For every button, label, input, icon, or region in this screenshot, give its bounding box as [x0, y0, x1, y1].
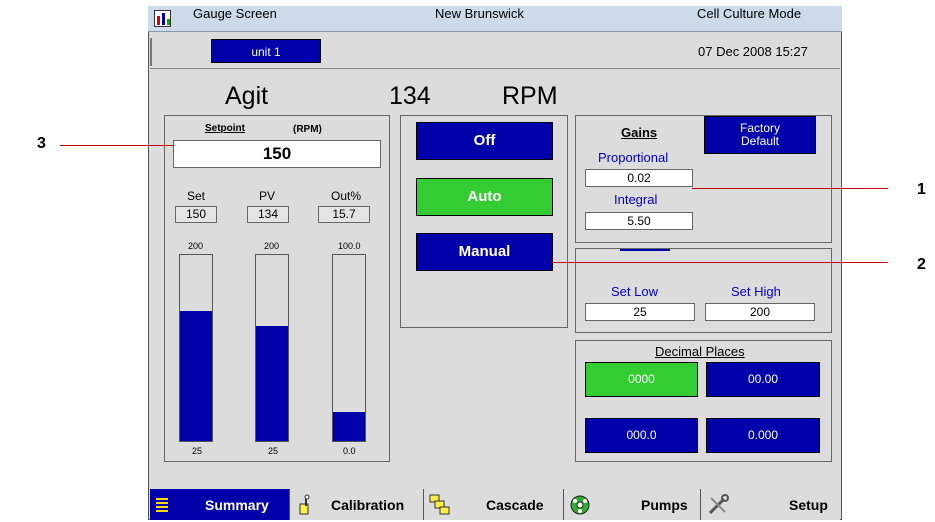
set-high-label: Set High [731, 284, 781, 299]
current-value: 134 [389, 82, 431, 110]
limits-header-indicator [620, 249, 670, 251]
output-bar [332, 254, 366, 442]
integral-input[interactable]: 5.50 [585, 212, 693, 230]
tab-label: Calibration [331, 497, 405, 513]
tab-setup[interactable]: Setup [700, 489, 840, 520]
tab-label: Cascade [486, 497, 544, 513]
mode-label: Cell Culture Mode [697, 6, 802, 21]
set-header: Set [187, 189, 206, 203]
pv-bar [255, 254, 289, 442]
decimal-option-00-00[interactable]: 00.00 [706, 362, 820, 397]
callout-line-2 [552, 262, 888, 263]
decimal-option-0-000[interactable]: 0.000 [706, 418, 820, 453]
tab-label: Pumps [641, 497, 688, 513]
cascade-icon [429, 494, 450, 515]
parameter-name: Agit [225, 82, 269, 110]
setpoint-bar [179, 254, 213, 442]
tab-label: Summary [205, 497, 269, 513]
tab-summary[interactable]: Summary [150, 489, 289, 520]
unit-select-button[interactable]: unit 1 [211, 39, 321, 63]
pv-value: 134 [247, 206, 289, 223]
bar-min-label: 0.0 [343, 446, 356, 456]
setpoint-unit: (RPM) [293, 124, 322, 135]
callout-line-3 [60, 145, 174, 146]
proportional-input[interactable]: 0.02 [585, 169, 693, 187]
callout-number-1: 1 [917, 181, 926, 198]
tab-calibration[interactable]: Calibration [289, 489, 423, 520]
bar-chart-app-icon [154, 10, 171, 27]
out-percent-header: Out% [331, 189, 362, 203]
set-low-input[interactable]: 25 [585, 303, 695, 321]
gains-title: Gains [621, 125, 658, 140]
bar-fill [180, 310, 212, 441]
integral-label: Integral [614, 192, 658, 207]
off-button[interactable]: Off [416, 122, 553, 160]
window-title: Gauge Screen [193, 6, 277, 21]
bar-min-label: 25 [268, 446, 279, 456]
auto-button[interactable]: Auto [416, 178, 553, 216]
setpoint-input[interactable]: 150 [173, 140, 381, 168]
bar-fill [333, 411, 365, 441]
callout-line-1 [692, 188, 888, 189]
divider [150, 38, 152, 66]
output-value: 15.7 [318, 206, 370, 223]
vendor-name: New Brunswick [435, 6, 524, 21]
bar-max-label: 200 [188, 241, 204, 251]
set-value: 150 [175, 206, 217, 223]
callout-number-3: 3 [37, 135, 46, 152]
probe-icon [296, 494, 316, 515]
bar-max-label: 200 [264, 241, 280, 251]
tab-pumps[interactable]: Pumps [563, 489, 700, 520]
tab-label: Setup [789, 497, 828, 513]
decimal-option-000-0[interactable]: 000.0 [585, 418, 698, 453]
set-high-input[interactable]: 200 [705, 303, 815, 321]
date-time: 07 Dec 2008 15:27 [698, 44, 808, 59]
tools-icon [707, 494, 729, 515]
pv-header: PV [259, 189, 276, 203]
manual-button[interactable]: Manual [416, 233, 553, 271]
bar-fill [256, 325, 288, 441]
setpoint-label: Setpoint [205, 123, 245, 134]
set-low-label: Set Low [611, 284, 658, 299]
pump-icon [569, 494, 590, 515]
decimal-places-title: Decimal Places [655, 344, 745, 359]
factory-default-button[interactable]: Factory Default [704, 116, 816, 154]
callout-number-2: 2 [917, 256, 926, 273]
grid-icon [156, 497, 168, 512]
bar-max-label: 100.0 [338, 241, 361, 251]
value-unit: RPM [502, 82, 558, 110]
decimal-option-0000[interactable]: 0000 [585, 362, 698, 397]
proportional-label: Proportional [598, 150, 669, 165]
tab-cascade[interactable]: Cascade [423, 489, 563, 520]
bar-min-label: 25 [192, 446, 203, 456]
